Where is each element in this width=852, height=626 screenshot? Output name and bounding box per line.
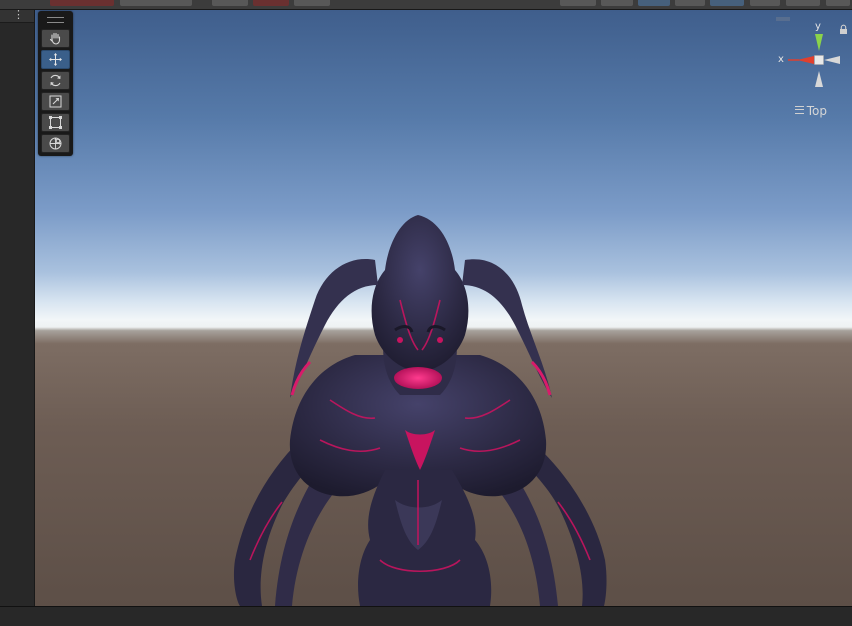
toolbar-button[interactable] (638, 0, 670, 6)
toolbar-button[interactable] (294, 0, 330, 6)
toolbar-button[interactable] (212, 0, 248, 6)
move-arrows-icon (49, 53, 62, 66)
creature-model[interactable] (35, 10, 852, 606)
y-axis-cone (815, 34, 823, 51)
rotate-tool-button[interactable] (41, 71, 70, 90)
head (371, 215, 469, 372)
move-tool-button[interactable] (41, 50, 70, 69)
toolbar-button[interactable] (560, 0, 596, 6)
menu-lines-icon (794, 106, 804, 114)
top-toolbar (0, 0, 852, 10)
neg-y-axis-cone (815, 71, 823, 87)
view-mode-label: Top (806, 104, 827, 118)
bottom-status-bar (0, 606, 852, 626)
rotate-icon (50, 74, 61, 87)
editor-window: ⋮ y x Top (0, 0, 852, 626)
left-panel: ⋮ (0, 9, 35, 606)
gizmo-grip (776, 17, 790, 21)
hand-tool-button[interactable] (41, 29, 70, 48)
gizmo-center-cube (814, 55, 824, 65)
tool-palette (38, 11, 73, 156)
hand-icon (49, 32, 61, 45)
gizmo-x-label: x (778, 54, 784, 65)
toolbar-button[interactable] (120, 0, 192, 6)
gizmo-y-label: y (815, 21, 821, 32)
toolbar-button[interactable] (601, 0, 633, 6)
rect-tool-button[interactable] (41, 113, 70, 132)
tool-palette-grip[interactable] (47, 17, 64, 23)
x-axis-cone (797, 56, 814, 64)
transform-tool-button[interactable] (41, 134, 70, 153)
toolbar-button[interactable] (750, 0, 780, 6)
rect-transform-icon (49, 116, 62, 129)
kebab-menu-icon[interactable]: ⋮ (13, 9, 24, 21)
left-panel-tab-strip: ⋮ (0, 9, 34, 23)
neg-x-axis-cone (824, 56, 840, 64)
toolbar-button[interactable] (675, 0, 705, 6)
transform-icon (49, 137, 62, 150)
orientation-gizmo[interactable]: y x Top (762, 10, 852, 125)
view-mode-toggle[interactable]: Top (794, 104, 827, 118)
scale-icon (49, 95, 62, 108)
toolbar-button[interactable] (786, 0, 820, 6)
toolbar-button[interactable] (826, 0, 850, 6)
toolbar-button[interactable] (710, 0, 744, 6)
scale-tool-button[interactable] (41, 92, 70, 111)
toolbar-button[interactable] (253, 0, 289, 6)
toolbar-button[interactable] (50, 0, 114, 6)
scene-viewport[interactable]: y x Top (35, 10, 852, 606)
mouth-glow (394, 367, 442, 389)
lock-icon (840, 24, 847, 34)
